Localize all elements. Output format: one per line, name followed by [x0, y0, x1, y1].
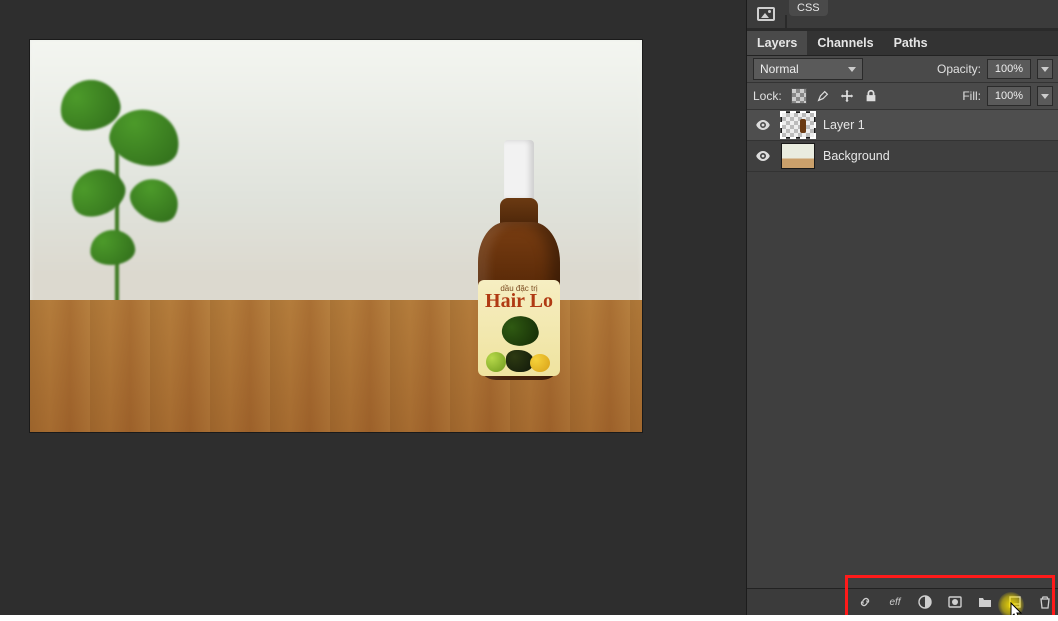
layers-panel: Layers Channels Paths Normal Opacity: 10…	[747, 31, 1058, 615]
blend-mode-select[interactable]: Normal	[753, 58, 863, 80]
visibility-toggle-icon[interactable]	[753, 146, 773, 166]
opacity-dropdown-button[interactable]	[1037, 59, 1053, 79]
layers-bottom-bar: eff	[747, 588, 1058, 615]
blend-mode-value: Normal	[760, 62, 799, 76]
visibility-toggle-icon[interactable]	[753, 115, 773, 135]
layer-row[interactable]: Background	[747, 141, 1058, 172]
layer-name-label[interactable]: Background	[823, 149, 1053, 163]
top-mini-panels: CSS	[747, 0, 1058, 31]
tab-layers[interactable]: Layers	[747, 31, 807, 55]
new-group-icon[interactable]	[977, 594, 993, 610]
layer-style-icon[interactable]: eff	[887, 594, 903, 610]
tab-paths[interactable]: Paths	[884, 31, 938, 55]
opacity-field[interactable]: 100%	[987, 59, 1031, 79]
document-canvas[interactable]: dầu đặc trị Hair Lo	[30, 40, 642, 432]
new-layer-icon[interactable]	[1007, 594, 1023, 610]
lock-pixels-icon[interactable]	[814, 87, 832, 105]
layer-mask-icon[interactable]	[947, 594, 963, 610]
blend-mode-row: Normal Opacity: 100%	[747, 56, 1058, 83]
layer-row[interactable]: Layer 1	[747, 110, 1058, 141]
layer-list[interactable]: Layer 1 Background	[747, 110, 1058, 588]
plant-graphic	[60, 80, 220, 300]
layer-name-label[interactable]: Layer 1	[823, 118, 1053, 132]
adjustment-layer-icon[interactable]	[917, 594, 933, 610]
canvas-area[interactable]: dầu đặc trị Hair Lo	[0, 0, 746, 615]
lock-transparency-icon[interactable]	[790, 87, 808, 105]
fill-field[interactable]: 100%	[987, 86, 1031, 106]
lock-position-icon[interactable]	[838, 87, 856, 105]
opacity-label: Opacity:	[937, 62, 981, 76]
fill-label: Fill:	[962, 89, 981, 103]
lock-row: Lock: Fill: 100%	[747, 83, 1058, 110]
panel-tab-row: Layers Channels Paths	[747, 31, 1058, 56]
link-layers-icon[interactable]	[857, 594, 873, 610]
application-window: dầu đặc trị Hair Lo CSS	[0, 0, 1058, 615]
layer-thumbnail[interactable]	[781, 112, 815, 138]
window-bottom-strip	[0, 615, 1058, 621]
fill-dropdown-button[interactable]	[1037, 86, 1053, 106]
chevron-down-icon	[848, 67, 856, 72]
delete-layer-icon[interactable]	[1037, 594, 1053, 610]
product-label-main: Hair Lo	[485, 291, 553, 311]
css-panel-tab[interactable]: CSS	[789, 0, 828, 16]
product-bottle-graphic: dầu đặc trị Hair Lo	[472, 140, 566, 380]
lock-label: Lock:	[753, 89, 782, 103]
tab-channels[interactable]: Channels	[807, 31, 883, 55]
image-panel-icon[interactable]	[747, 0, 785, 28]
lock-all-icon[interactable]	[862, 87, 880, 105]
right-panel-column: CSS Layers Channels Paths Normal Opacity…	[746, 0, 1058, 615]
layer-thumbnail[interactable]	[781, 143, 815, 169]
